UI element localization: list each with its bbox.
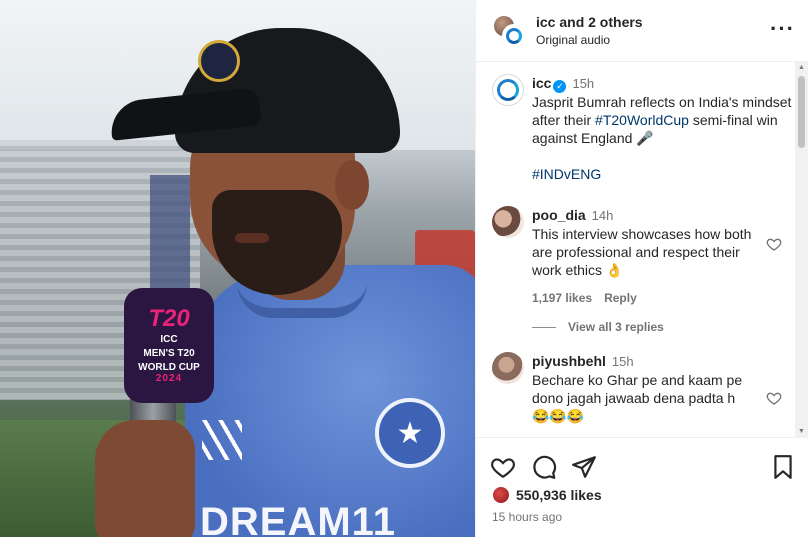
post-side-panel: icc and 2 others Original audio ··· icc ✓… [475, 0, 808, 537]
avatar[interactable] [492, 486, 510, 504]
comment-text: This interview showcases how both are pr… [532, 226, 752, 278]
player-ear [335, 160, 369, 210]
post-media[interactable]: ★ DREAM11 T20 ICC MEN'S T20 WORLD CUP 20… [0, 0, 475, 537]
caption-body: icc ✓ 15h Jasprit Bumrah reflects on India… [532, 74, 792, 183]
comment-icon[interactable] [531, 454, 557, 480]
mic-year: 2024 [155, 373, 183, 384]
heart-icon[interactable] [766, 390, 782, 406]
reply-button[interactable]: Reply [604, 291, 637, 305]
comment-time[interactable]: 15h [612, 354, 634, 369]
heart-icon[interactable] [766, 236, 782, 252]
comment-username[interactable]: piyushbehl [532, 353, 606, 369]
mic-line3: WORLD CUP [138, 362, 200, 373]
post-footer: 550,936 likes 15 hours ago [476, 437, 808, 537]
avatar[interactable] [492, 352, 524, 384]
microphone-head: T20 ICC MEN'S T20 WORLD CUP 2024 [124, 288, 214, 403]
comments-area[interactable]: icc ✓ 15h Jasprit Bumrah reflects on India… [476, 62, 808, 437]
view-replies-link[interactable]: View all 3 replies [532, 320, 664, 334]
scrollbar-thumb[interactable] [798, 76, 805, 148]
comment-username[interactable]: poo_dia [532, 207, 586, 223]
share-icon[interactable] [571, 454, 597, 480]
mic-line1: ICC [160, 334, 178, 345]
post-header: icc and 2 others Original audio ··· [476, 0, 808, 62]
sponsor-stripes-icon [202, 420, 242, 460]
collab-avatars[interactable] [492, 14, 526, 48]
comment-meta: 1,197 likes Reply [532, 289, 752, 307]
comment-body: poo_dia 14h This interview showcases how … [532, 206, 752, 307]
verified-badge-icon: ✓ [553, 80, 567, 93]
icc-avatar[interactable] [492, 74, 524, 106]
likes-row: 550,936 likes [492, 486, 602, 504]
hashtag-link[interactable]: #INDvENG [532, 166, 601, 182]
more-options-icon[interactable]: ··· [770, 18, 795, 40]
scrollbar[interactable]: ▲ ▼ [795, 62, 808, 437]
mic-line2: MEN'S T20 [143, 348, 195, 359]
like-heart-icon[interactable] [490, 454, 516, 480]
player-mouth [235, 233, 269, 243]
scroll-down-icon[interactable]: ▼ [798, 428, 805, 435]
likes-count[interactable]: 550,936 likes [516, 487, 602, 503]
caption-username[interactable]: icc [532, 75, 551, 91]
save-bookmark-icon[interactable] [770, 454, 796, 480]
caption-time[interactable]: 15h [572, 76, 594, 91]
comment-body: piyushbehl 15h Bechare ko Ghar pe and kaa… [532, 352, 752, 425]
post-timestamp[interactable]: 15 hours ago [492, 510, 562, 524]
collab-usernames[interactable]: icc and 2 others [536, 14, 643, 30]
bcci-emblem-icon: ★ [375, 398, 445, 468]
scroll-up-icon[interactable]: ▲ [798, 64, 805, 71]
shirt-sponsor: DREAM11 [200, 500, 396, 537]
background-banner [150, 175, 190, 295]
hashtag-link[interactable]: #T20WorldCup [595, 112, 689, 128]
comment-time[interactable]: 14h [592, 208, 614, 223]
comment-text: Bechare ko Ghar pe and kaam pe dono jaga… [532, 372, 743, 406]
avatar[interactable] [492, 206, 524, 238]
comment-likes[interactable]: 1,197 likes [532, 291, 592, 305]
comment-emoji: 😂😂😂 [532, 408, 585, 424]
cap-logo [198, 40, 240, 82]
mic-brand: T20 [148, 305, 190, 332]
player-hand [95, 420, 195, 537]
audio-link[interactable]: Original audio [536, 33, 610, 47]
icc-avatar[interactable] [502, 24, 526, 48]
